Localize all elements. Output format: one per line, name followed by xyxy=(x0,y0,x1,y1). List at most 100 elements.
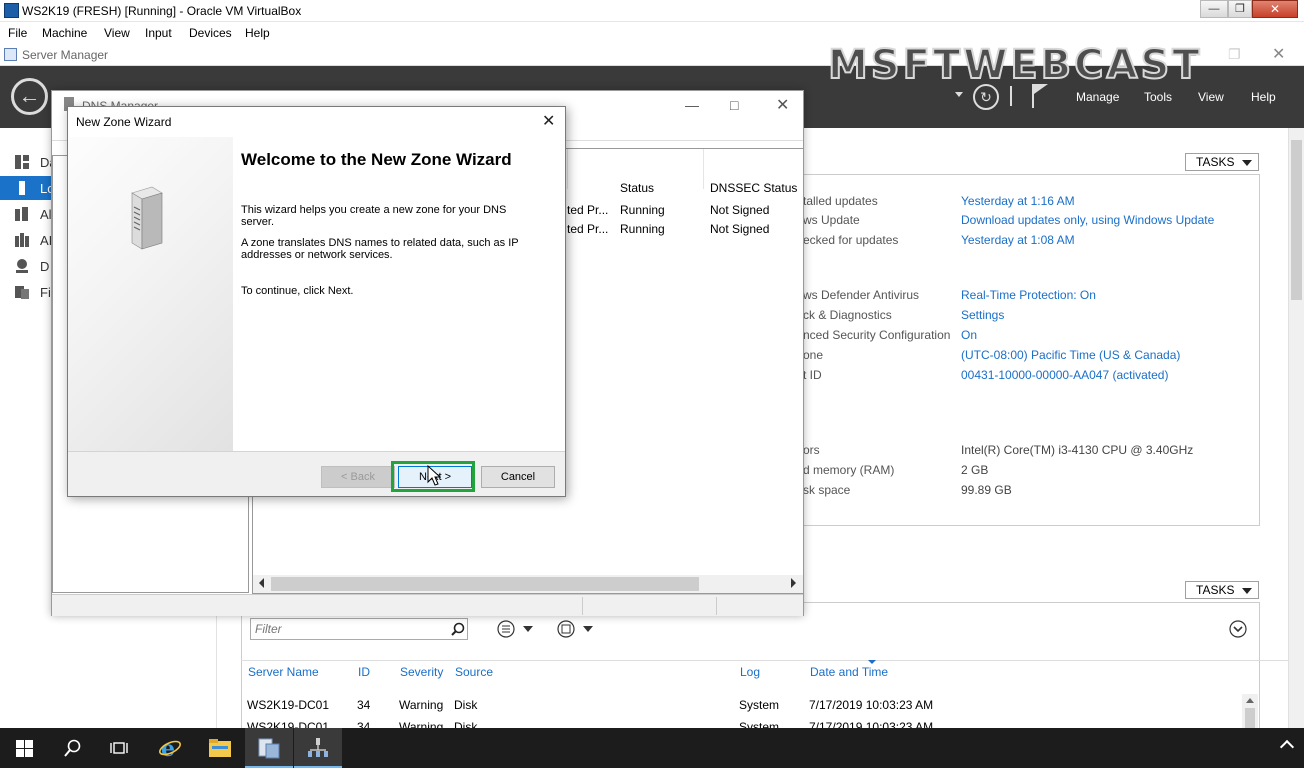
dns-manager-icon xyxy=(308,738,328,757)
restore-button[interactable]: ❐ xyxy=(1228,0,1252,18)
column-source[interactable]: Source xyxy=(455,665,493,679)
wizard-paragraph: To continue, click Next. xyxy=(241,285,354,297)
prop-label: nced Security Configuration xyxy=(803,328,951,342)
column-date-time[interactable]: Date and Time xyxy=(810,665,888,679)
sm-close-button[interactable]: ✕ xyxy=(1272,44,1285,64)
ad-ds-icon xyxy=(15,233,29,247)
back-button[interactable]: < Back xyxy=(321,466,395,488)
column-log[interactable]: Log xyxy=(740,665,760,679)
server-manager-icon xyxy=(258,738,280,759)
save-query-icon[interactable] xyxy=(557,620,597,638)
filter-input[interactable] xyxy=(251,619,446,639)
dns-maximize-button[interactable]: □ xyxy=(730,97,738,113)
wizard-side-banner xyxy=(68,137,233,451)
task-view-icon xyxy=(110,742,128,754)
table-row[interactable]: WS2K19-DC01 34 Warning Disk System 7/17/… xyxy=(241,716,1241,728)
scroll-right-icon[interactable] xyxy=(791,578,796,588)
tasks-label: TASKS xyxy=(1196,583,1235,597)
wizard-close-button[interactable]: ✕ xyxy=(542,111,555,131)
table-row[interactable]: WS2K19-DC01 34 Warning Disk System 7/17/… xyxy=(241,694,1241,714)
column-status[interactable]: Status xyxy=(620,181,654,195)
tools-menu[interactable]: Tools xyxy=(1144,90,1172,104)
taskbar-internet-explorer[interactable]: e xyxy=(146,728,194,768)
events-scrollbar[interactable] xyxy=(1242,694,1258,728)
prop-label: ors xyxy=(803,443,820,457)
menu-devices[interactable]: Devices xyxy=(189,26,232,40)
prop-value: 99.89 GB xyxy=(961,483,1012,497)
prop-value-link[interactable]: 00431-10000-00000-AA047 (activated) xyxy=(961,368,1168,382)
column-id[interactable]: ID xyxy=(358,665,370,679)
prop-value-link[interactable]: Download updates only, using Windows Upd… xyxy=(961,213,1214,227)
events-filter[interactable] xyxy=(250,618,468,640)
prop-value-link[interactable]: Yesterday at 1:16 AM xyxy=(961,194,1075,208)
menu-view[interactable]: View xyxy=(104,26,130,40)
flag-icon[interactable] xyxy=(1032,84,1048,108)
prop-label: talled updates xyxy=(803,194,878,208)
scroll-left-icon[interactable] xyxy=(259,578,264,588)
prop-value-link[interactable]: On xyxy=(961,328,977,342)
view-menu[interactable]: View xyxy=(1198,90,1224,104)
start-button[interactable] xyxy=(0,728,48,768)
cancel-button[interactable]: Cancel xyxy=(481,466,555,488)
prop-value-link[interactable]: Real-Time Protection: On xyxy=(961,288,1096,302)
column-dnssec-status[interactable]: DNSSEC Status xyxy=(710,181,797,195)
chevron-down-icon[interactable] xyxy=(955,92,963,97)
menu-file[interactable]: File xyxy=(8,26,27,40)
close-button[interactable]: ✕ xyxy=(1252,0,1298,18)
prop-value: Intel(R) Core(TM) i3-4130 CPU @ 3.40GHz xyxy=(961,443,1194,457)
scrollbar-thumb[interactable] xyxy=(1245,708,1255,728)
cell-date: 7/17/2019 10:03:23 AM xyxy=(809,720,934,728)
prop-label: d memory (RAM) xyxy=(803,463,895,477)
sort-indicator-icon xyxy=(868,660,876,664)
dns-minimize-button[interactable]: — xyxy=(685,97,699,113)
cell-severity: Warning xyxy=(399,720,444,728)
cell-server: WS2K19-DC01 xyxy=(247,720,330,728)
menu-input[interactable]: Input xyxy=(145,26,172,40)
all-servers-icon xyxy=(15,207,28,221)
search-button[interactable] xyxy=(48,728,96,768)
prop-value-link[interactable]: Yesterday at 1:08 AM xyxy=(961,233,1075,247)
taskbar-file-explorer[interactable] xyxy=(196,728,244,768)
vertical-scrollbar[interactable] xyxy=(1288,128,1304,728)
back-arrow-icon[interactable]: ← xyxy=(11,78,48,115)
scrollbar-thumb[interactable] xyxy=(271,577,699,591)
menu-machine[interactable]: Machine xyxy=(42,26,87,40)
horizontal-scrollbar[interactable] xyxy=(253,575,803,593)
dns-close-button[interactable]: ✕ xyxy=(776,95,789,115)
scroll-up-icon[interactable] xyxy=(1246,698,1254,703)
list-options-icon[interactable] xyxy=(497,620,537,638)
prop-value-link[interactable]: (UTC-08:00) Pacific Time (US & Canada) xyxy=(961,348,1180,362)
show-hidden-icons-chevron-icon[interactable] xyxy=(1279,739,1295,755)
column-severity[interactable]: Severity xyxy=(400,665,443,679)
menu-help[interactable]: Help xyxy=(245,26,270,40)
wizard-paragraph: A zone translates DNS names to related d… xyxy=(241,237,519,261)
expand-collapse-icon[interactable] xyxy=(1229,620,1247,638)
refresh-icon[interactable]: ↻ xyxy=(973,84,999,110)
prop-label: t ID xyxy=(803,368,822,382)
local-server-icon xyxy=(19,181,25,195)
help-menu[interactable]: Help xyxy=(1251,90,1276,104)
scrollbar-thumb[interactable] xyxy=(1291,140,1302,300)
minimize-button[interactable]: — xyxy=(1200,0,1228,18)
server-icon xyxy=(131,186,163,250)
tasks-dropdown-events[interactable]: TASKS xyxy=(1185,581,1259,599)
separator xyxy=(1010,86,1012,106)
prop-value-link[interactable]: Settings xyxy=(961,308,1004,322)
taskbar-dns-manager[interactable] xyxy=(294,728,342,768)
search-icon[interactable] xyxy=(451,622,465,636)
column-server-name[interactable]: Server Name xyxy=(248,665,319,679)
server-manager-icon xyxy=(4,48,17,61)
folder-icon xyxy=(209,739,231,757)
tasks-dropdown-properties[interactable]: TASKS xyxy=(1185,153,1259,171)
windows-taskbar: e xyxy=(0,728,1304,768)
task-view-button[interactable] xyxy=(96,728,144,768)
chevron-down-icon xyxy=(1242,160,1252,166)
file-services-icon xyxy=(15,286,29,299)
cell-id: 34 xyxy=(357,698,371,712)
taskbar-server-manager[interactable] xyxy=(245,728,293,768)
wizard-title: New Zone Wizard xyxy=(76,115,172,129)
sm-restore-button[interactable]: ❐ xyxy=(1228,46,1241,63)
prop-label: sk space xyxy=(803,483,851,497)
manage-menu[interactable]: Manage xyxy=(1076,90,1119,104)
nav-item-label: D xyxy=(40,259,50,274)
